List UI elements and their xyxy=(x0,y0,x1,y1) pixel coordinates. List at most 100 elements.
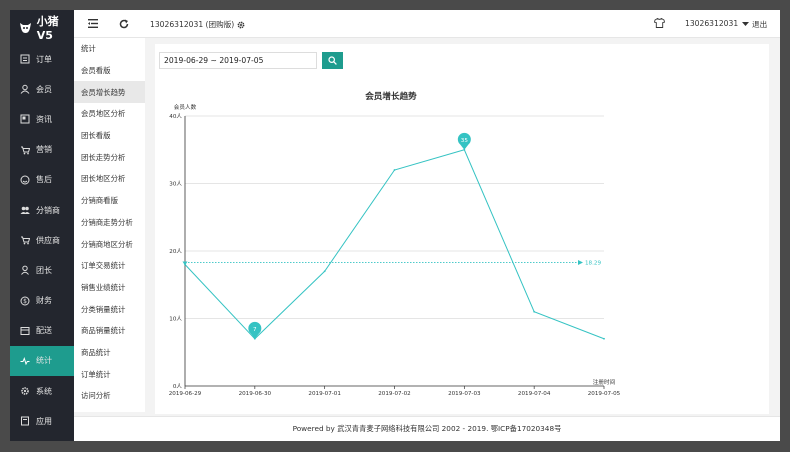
submenu-item[interactable]: 分销商地区分析 xyxy=(74,233,145,255)
marketing-icon xyxy=(20,145,30,155)
distributor-icon xyxy=(20,205,30,215)
submenu-item[interactable]: 分类销量统计 xyxy=(74,298,145,320)
date-range-input[interactable] xyxy=(159,52,317,69)
data-point xyxy=(603,337,605,340)
y-tick-label: 10人 xyxy=(169,316,182,323)
sidebar-item-label: 财务 xyxy=(36,296,52,306)
x-tick-label: 2019-07-02 xyxy=(378,391,411,397)
system-icon xyxy=(20,386,30,396)
sidebar-item-label: 统计 xyxy=(36,356,52,366)
news-icon xyxy=(20,114,30,124)
submenu-item[interactable]: 分销商走势分析 xyxy=(74,212,145,234)
data-point xyxy=(184,263,186,266)
submenu-item[interactable]: 订单统计 xyxy=(74,363,145,385)
sidebar-item-apps[interactable]: 应用 xyxy=(10,406,74,436)
y-tick-label: 30人 xyxy=(169,181,182,188)
refresh-icon[interactable] xyxy=(119,19,129,29)
search-button[interactable] xyxy=(322,52,343,69)
submenu-item[interactable]: 会员地区分析 xyxy=(74,103,145,125)
markpoint-label: 7 xyxy=(253,327,257,333)
sidebar-item-delivery[interactable]: 配送 xyxy=(10,316,74,346)
sidebar-item-order[interactable]: 订单 xyxy=(10,44,74,74)
sidebar-item-label: 订单 xyxy=(36,54,52,64)
sidebar-item-supplier[interactable]: 供应商 xyxy=(10,225,74,255)
sidebar-item-label: 营销 xyxy=(36,145,52,155)
sidebar-item-finance[interactable]: $ 财务 xyxy=(10,286,74,316)
data-point xyxy=(393,169,396,171)
sidebar-item-label: 应用 xyxy=(36,416,52,426)
sidebar-item-leader[interactable]: 团长 xyxy=(10,255,74,285)
sidebar-item-distributor[interactable]: 分销商 xyxy=(10,195,74,225)
x-tick-label: 2019-06-29 xyxy=(169,391,202,397)
sidebar-item-aftersale[interactable]: 售后 xyxy=(10,165,74,195)
average-arrow xyxy=(578,260,583,266)
submenu-item[interactable]: 会员增长趋势 xyxy=(74,81,145,104)
x-tick-label: 2019-07-03 xyxy=(448,391,481,397)
logout-link[interactable]: 退出 xyxy=(752,19,767,30)
chart-svg: 会员增长趋势会员人数 0人 10人 20人 30人 40人 2019-06-29 2019-0… xyxy=(169,90,621,397)
store-selector[interactable]: 13026312031 (团购版) xyxy=(150,19,245,30)
svg-text:$: $ xyxy=(23,298,27,305)
submenu-item[interactable]: 销售业绩统计 xyxy=(74,277,145,299)
sidebar-item-stats[interactable]: 统计 xyxy=(10,345,74,377)
stats-submenu: 统计 会员看版 会员增长趋势 会员地区分析 团长看版 团长走势分析 团长地区分析 分销商看版… xyxy=(74,38,145,412)
sidebar-item-label: 分销商 xyxy=(36,205,60,215)
x-tick-label: 2019-07-01 xyxy=(308,391,341,397)
sidebar-item-label: 配送 xyxy=(36,326,52,336)
series-line xyxy=(184,149,605,340)
submenu-header: 统计 xyxy=(81,44,96,54)
delivery-icon xyxy=(20,326,30,336)
shirt-icon[interactable] xyxy=(654,18,665,28)
sidebar-item-marketing[interactable]: 营销 xyxy=(10,135,74,165)
submenu-item[interactable]: 会员看版 xyxy=(74,60,145,82)
member-icon xyxy=(20,84,30,95)
x-tick-label: 2019-06-30 xyxy=(239,391,272,397)
sidebar-item-label: 系统 xyxy=(36,386,52,396)
sidebar-item-news[interactable]: 资讯 xyxy=(10,104,74,134)
average-label: 18.29 xyxy=(585,261,601,267)
x-axis-label: 注册时间 xyxy=(593,378,616,386)
y-axis-label: 会员人数 xyxy=(174,103,197,111)
menu-toggle-icon[interactable] xyxy=(88,19,98,28)
markpoint-label: 35 xyxy=(461,138,469,144)
sidebar-item-label: 会员 xyxy=(36,84,52,94)
submenu-item[interactable]: 团长地区分析 xyxy=(74,168,145,190)
user-name: 13026312031 xyxy=(685,19,739,28)
submenu-item[interactable]: 访问分析 xyxy=(74,385,145,407)
aftersale-icon xyxy=(20,175,30,185)
stats-icon xyxy=(20,356,30,366)
y-tick-label: 20人 xyxy=(169,248,182,255)
sidebar-item-label: 供应商 xyxy=(36,235,60,245)
sidebar-item-label: 资讯 xyxy=(36,114,52,124)
sidebar-item-label: 售后 xyxy=(36,175,52,185)
app-window: 小猪V5 订单 会员 资讯 营销 售后 分销商 供应商 团长 $ 财务 配送 统计 系统 应用 13026… xyxy=(10,10,780,441)
submenu-item[interactable]: 商品销量统计 xyxy=(74,320,145,342)
apps-icon xyxy=(20,416,30,426)
top-bar: 13026312031 (团购版) 13026312031 退出 xyxy=(74,10,780,38)
caret-down-icon xyxy=(742,21,750,26)
submenu-item[interactable]: 团长走势分析 xyxy=(74,146,145,168)
user-menu[interactable]: 13026312031 xyxy=(685,19,750,28)
page-footer: Powered by 武汉青青麦子网络科技有限公司 2002 - 2019. 鄂… xyxy=(74,416,780,441)
sidebar-item-system[interactable]: 系统 xyxy=(10,376,74,406)
main-sidebar: 小猪V5 订单会员资讯营销售后分销商供应商团长 $ 财务配送统计系统应用 xyxy=(10,10,74,441)
submenu-item[interactable]: 商品统计 xyxy=(74,342,145,364)
data-point xyxy=(533,310,536,313)
gear-icon xyxy=(237,21,245,29)
submenu-item[interactable]: 团长看版 xyxy=(74,125,145,147)
x-tick-label: 2019-07-05 xyxy=(588,391,621,397)
y-tick-label: 40人 xyxy=(169,113,182,120)
store-name: 13026312031 (团购版) xyxy=(150,20,235,29)
order-icon xyxy=(20,54,30,64)
submenu-item[interactable]: 订单交易统计 xyxy=(74,255,145,277)
app-logo[interactable]: 小猪V5 xyxy=(10,10,74,44)
member-growth-chart: 会员增长趋势 会员人数 0人 10人 20人 30人 40人 2019-06-29 2019-0… xyxy=(155,74,769,414)
y-tick-label: 0人 xyxy=(173,383,183,390)
finance-icon: $ xyxy=(20,296,30,306)
sidebar-item-member[interactable]: 会员 xyxy=(10,74,74,104)
leader-icon xyxy=(20,265,30,276)
x-tick-label: 2019-07-04 xyxy=(518,391,551,397)
sidebar-item-label: 团长 xyxy=(36,265,52,275)
submenu-item[interactable]: 分销商看版 xyxy=(74,190,145,212)
pig-logo-icon xyxy=(19,20,33,34)
